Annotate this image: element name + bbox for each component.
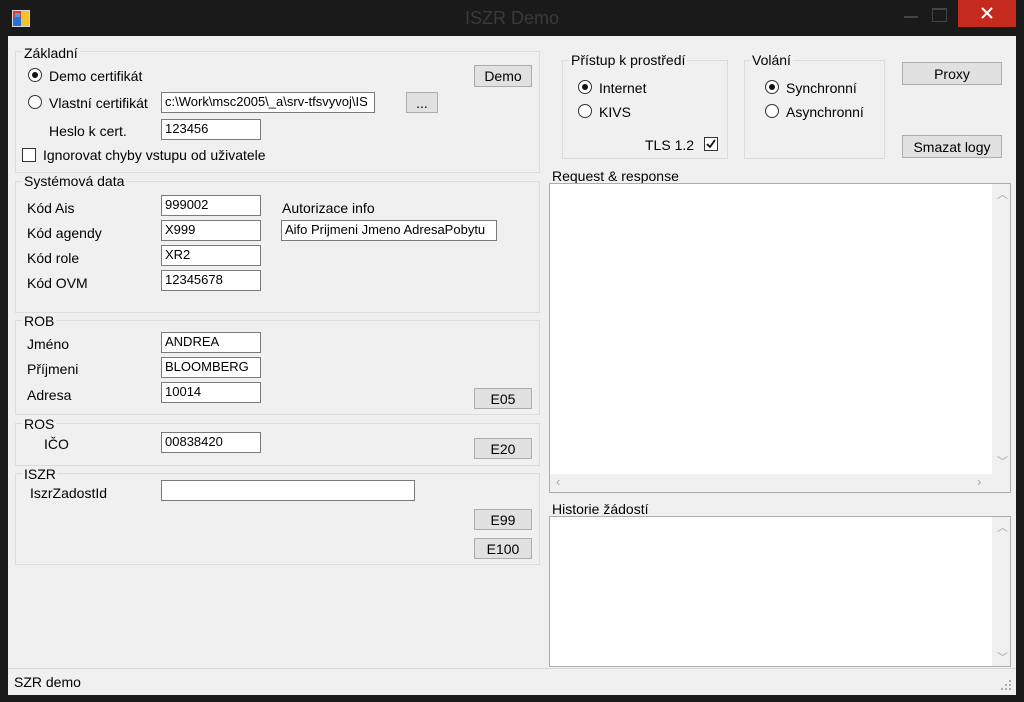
status-bar xyxy=(8,668,1016,695)
request-vertical-scrollbar[interactable] xyxy=(992,184,1010,474)
scroll-left-icon[interactable]: ‹ xyxy=(556,475,560,488)
status-text: SZR demo xyxy=(14,674,81,690)
sync-radio[interactable] xyxy=(765,80,779,94)
kod-agendy-input[interactable]: X999 xyxy=(161,220,261,241)
scroll-down-icon[interactable]: ﹀ xyxy=(997,456,1008,468)
tls-checkbox[interactable] xyxy=(704,137,718,151)
minimize-icon xyxy=(904,16,918,18)
prijmeni-label: Příjmeni xyxy=(27,361,79,377)
ignore-errors-checkbox[interactable] xyxy=(22,148,36,162)
password-label: Heslo k cert. xyxy=(49,123,127,139)
kod-agendy-label: Kód agendy xyxy=(27,225,102,241)
kod-role-input[interactable]: XR2 xyxy=(161,245,261,266)
rob-group xyxy=(15,320,540,415)
kod-ovm-input[interactable]: 12345678 xyxy=(161,270,261,291)
demo-cert-label[interactable]: Demo certifikát xyxy=(49,67,142,85)
history-scroll-up-icon[interactable]: ︿ xyxy=(997,522,1008,534)
kod-ovm-label: Kód OVM xyxy=(27,275,88,291)
demo-button[interactable]: Demo xyxy=(474,65,532,87)
adresa-input[interactable]: 10014 xyxy=(161,382,261,403)
jmeno-label: Jméno xyxy=(27,336,70,352)
pristup-legend: Přístup k prostředí xyxy=(569,52,688,68)
ros-legend: ROS xyxy=(22,416,57,432)
ignore-errors-label[interactable]: Ignorovat chyby vstupu od uživatele xyxy=(43,146,266,164)
checkmark-icon xyxy=(706,139,716,149)
system-data-group xyxy=(15,181,540,313)
autorizace-input[interactable]: Aifo Prijmeni Jmeno AdresaPobytu xyxy=(281,220,497,241)
kivs-radio[interactable] xyxy=(578,104,592,118)
history-scroll-down-icon[interactable]: ﹀ xyxy=(997,652,1008,664)
history-vertical-scrollbar[interactable] xyxy=(992,517,1010,666)
password-input[interactable]: 123456 xyxy=(161,119,261,140)
proxy-button[interactable]: Proxy xyxy=(902,62,1002,85)
maximize-icon xyxy=(932,8,947,22)
async-radio[interactable] xyxy=(765,104,779,118)
e100-button[interactable]: E100 xyxy=(474,538,532,559)
kod-ais-input[interactable]: 999002 xyxy=(161,195,261,216)
iszr-zadost-input[interactable] xyxy=(161,480,415,501)
own-cert-radio[interactable] xyxy=(28,95,42,109)
ico-label: IČO xyxy=(44,436,69,452)
scroll-right-icon[interactable]: › xyxy=(977,475,981,488)
sync-label[interactable]: Synchronní xyxy=(786,79,857,97)
history-textarea[interactable] xyxy=(549,516,1011,667)
close-button[interactable] xyxy=(958,0,1016,27)
own-cert-label[interactable]: Vlastní certifikát xyxy=(49,94,148,112)
clear-logs-button[interactable]: Smazat logy xyxy=(902,135,1002,158)
e05-button[interactable]: E05 xyxy=(474,388,532,409)
iszr-legend: ISZR xyxy=(22,466,58,482)
demo-cert-radio[interactable] xyxy=(28,68,42,82)
system-data-legend: Systémová data xyxy=(22,173,127,189)
request-horizontal-scrollbar[interactable] xyxy=(550,474,1010,492)
jmeno-input[interactable]: ANDREA xyxy=(161,332,261,353)
e20-button[interactable]: E20 xyxy=(474,438,532,459)
request-response-textarea[interactable] xyxy=(549,183,1011,493)
browse-button[interactable]: ... xyxy=(406,92,438,113)
maximize-button[interactable] xyxy=(918,0,958,28)
async-label[interactable]: Asynchronní xyxy=(786,103,864,121)
internet-label[interactable]: Internet xyxy=(599,79,646,97)
resize-grip-icon[interactable] xyxy=(1000,678,1012,690)
kivs-label[interactable]: KIVS xyxy=(599,103,631,121)
rob-legend: ROB xyxy=(22,313,57,329)
internet-radio[interactable] xyxy=(578,80,592,94)
volani-legend: Volání xyxy=(750,52,793,68)
window-title: ISZR Demo xyxy=(464,8,560,28)
zakladni-legend: Základní xyxy=(22,45,80,61)
adresa-label: Adresa xyxy=(27,387,72,403)
ico-input[interactable]: 00838420 xyxy=(161,432,261,453)
cert-path-input[interactable]: c:\Work\msc2005\_a\srv-tfsvyvoj\IS xyxy=(161,92,375,113)
prijmeni-input[interactable]: BLOOMBERG xyxy=(161,357,261,378)
ros-group xyxy=(15,423,540,466)
kod-role-label: Kód role xyxy=(27,250,80,266)
close-icon xyxy=(981,7,993,19)
kod-ais-label: Kód Ais xyxy=(27,200,75,216)
iszr-zadost-label: IszrZadostId xyxy=(30,485,108,501)
e99-button[interactable]: E99 xyxy=(474,509,532,530)
tls-label[interactable]: TLS 1.2 xyxy=(645,136,694,154)
scroll-up-icon[interactable]: ︿ xyxy=(997,189,1008,201)
autorizace-label: Autorizace info xyxy=(282,200,375,216)
